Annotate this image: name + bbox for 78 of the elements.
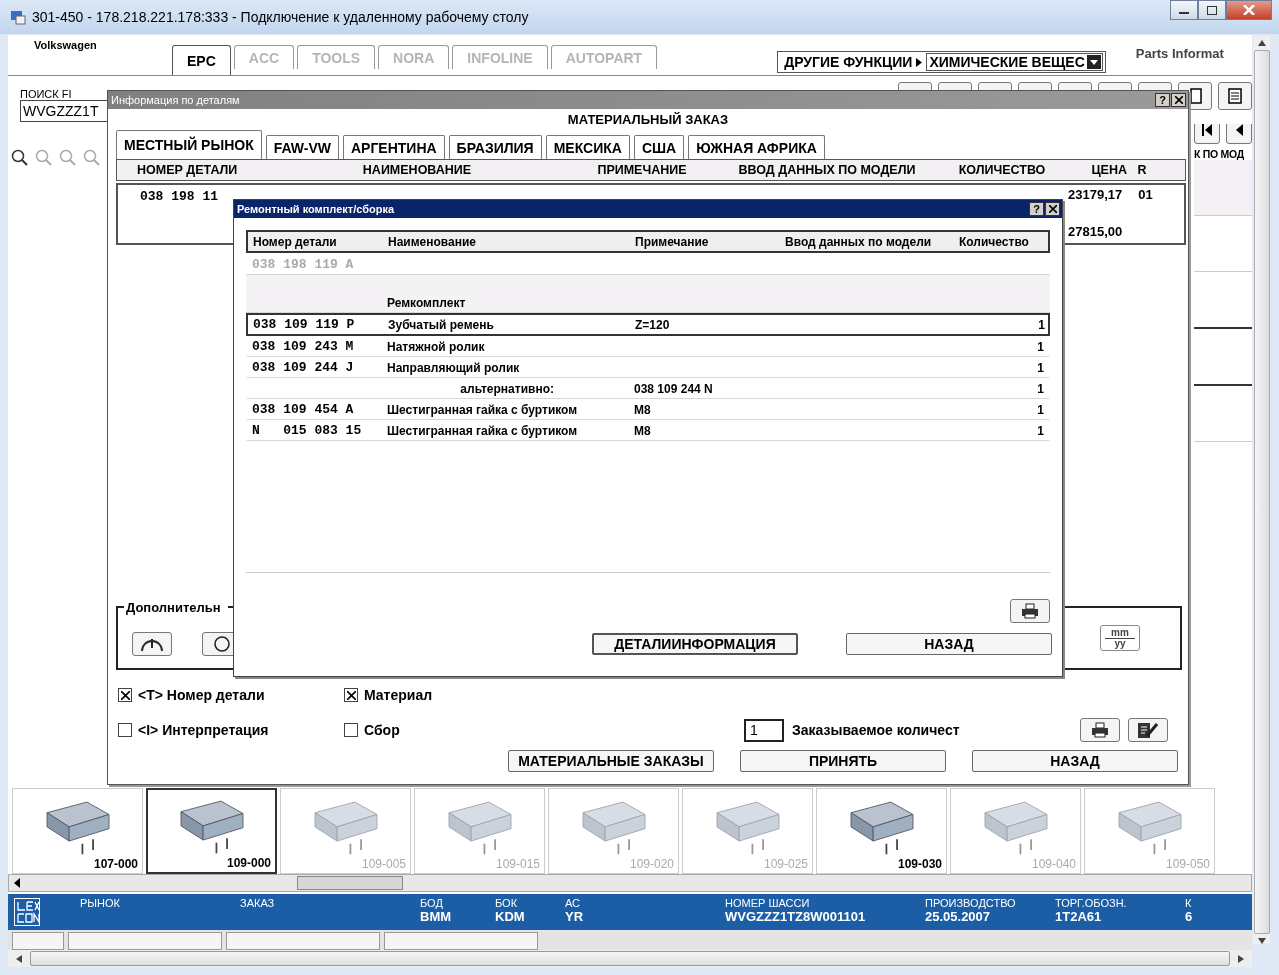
quantity-cell-text: 1 — [1036, 423, 1044, 438]
name-cell-text: Шестигранная гайка с буртиком — [387, 423, 579, 438]
column-header: R — [1136, 163, 1148, 177]
thumbnail-label: 109-005 — [361, 857, 406, 871]
header-label: Parts Informat — [1135, 46, 1224, 61]
quantity-label: Заказываемое количест — [792, 722, 961, 738]
column-header: КОЛИЧЕСТВО — [957, 163, 1047, 177]
dropdown-value: ХИМИЧЕСКИЕ ВЕЩЕС — [929, 54, 1085, 70]
part-number-cell-text: 038 109 119 P — [252, 317, 356, 332]
status-value: 6 — [1185, 909, 1194, 924]
thumbnail-label: 109-030 — [897, 857, 942, 871]
status-value: 25.05.2007 — [925, 909, 992, 924]
column-header: Номер детали — [252, 234, 338, 249]
name-cell-text: Направляющий ролик — [387, 360, 521, 375]
status-label: ЗАКАЗ — [240, 897, 276, 909]
name-cell-text: Шестигранная гайка с буртиком — [387, 402, 579, 417]
name-cell-text: Зубчатый ремень — [388, 317, 495, 332]
dialog-heading: МАТЕРИАЛЬНЫЙ ЗАКАЗ — [566, 111, 730, 129]
column-header: НОМЕР ДЕТАЛИ — [136, 163, 239, 177]
brand-label: Volkswagen — [34, 39, 97, 51]
note-cell-text: Z=120 — [635, 317, 671, 332]
status-value: 1T2A61 — [1055, 909, 1103, 924]
name-cell-text: альтернативно: — [459, 381, 555, 396]
quantity-cell-text: 1 — [1037, 317, 1045, 332]
part-number-cell-text: 038 109 244 J — [251, 360, 355, 375]
checkbox-label: <I> Интерпретация — [138, 722, 269, 738]
checkbox-label: <T> Номер детали — [138, 687, 265, 703]
part-number-cell-text: 038 198 119 A — [251, 256, 355, 272]
dialog-title: Ремонтный комплект/сборка — [237, 203, 395, 215]
thumbnail-label: 109-025 — [763, 857, 808, 871]
part-number-cell-text: 038 109 243 M — [251, 339, 355, 354]
status-label: БОК — [495, 897, 519, 909]
note-cell-text: M8 — [634, 423, 652, 438]
column-header: К ПО МОД — [1194, 148, 1245, 160]
group-label: Дополнительн — [124, 600, 228, 615]
thumbnail-label: 109-040 — [1031, 857, 1076, 871]
table-cell: 01 — [1138, 187, 1153, 202]
column-header: ВВОД ДАННЫХ ПО МОДЕЛИ — [737, 163, 917, 177]
note-cell-text: 038 109 244 N — [634, 381, 714, 396]
thumbnail-label: 109-015 — [495, 857, 540, 871]
column-header: ЦЕНА — [1090, 163, 1127, 177]
thumbnail-label: 109-000 — [226, 856, 271, 870]
status-label: АС — [565, 897, 582, 909]
part-number-cell-text: N 015 083 15 — [251, 423, 363, 438]
quantity-cell-text: 1 — [1036, 360, 1044, 375]
status-value: KDM — [495, 909, 526, 924]
status-value: YR — [565, 909, 585, 924]
column-header: НАИМЕНОВАНИЕ — [361, 163, 473, 177]
status-value: BMM — [420, 909, 453, 924]
thumbnail-label: 107-000 — [93, 857, 138, 871]
note-cell-text: M8 — [634, 402, 652, 417]
column-header: Наименование — [388, 234, 478, 249]
checkbox-label: Материал — [364, 687, 433, 703]
status-value: WVGZZZ1TZ8W001101 — [725, 909, 867, 924]
checkbox-label: Сбор — [364, 722, 400, 738]
column-header: Ввод данных по модели — [785, 234, 933, 249]
window-title: 301-450 - 178.218.221.178:333 - Подключение к удаленному рабочему столу — [32, 9, 529, 25]
status-label: ТОРГ.ОБОЗН. — [1055, 897, 1128, 909]
part-number-cell-text: 038 198 11 — [140, 189, 219, 206]
price-cell-text: 27815,00 — [1068, 224, 1124, 239]
status-label: К — [1185, 897, 1193, 909]
thumbnail-label: 109-050 — [1165, 857, 1210, 871]
quantity-cell-text: 1 — [1036, 402, 1044, 417]
column-header: Количество — [959, 234, 1030, 249]
status-label: ПРОИЗВОДСТВО — [925, 897, 1017, 909]
quantity-cell-text: 1 — [1036, 381, 1044, 396]
quantity-cell-text: 1 — [1036, 339, 1044, 354]
price-cell: 23179,17 — [1068, 187, 1123, 202]
status-label: БОД — [420, 897, 444, 909]
part-number-cell-text: 038 109 454 A — [251, 402, 355, 417]
column-header: ПРИМЕЧАНИЕ — [596, 163, 688, 177]
status-label: НОМЕР ШАССИ — [725, 897, 811, 909]
name-cell-text: Натяжной ролик — [387, 339, 486, 354]
column-header: Примечание — [635, 234, 710, 249]
thumbnail-label: 109-020 — [629, 857, 674, 871]
group-title: Ремкомплект — [387, 296, 467, 310]
search-label: ПОИСК FI — [20, 88, 73, 100]
status-label: РЫНОК — [80, 897, 121, 909]
